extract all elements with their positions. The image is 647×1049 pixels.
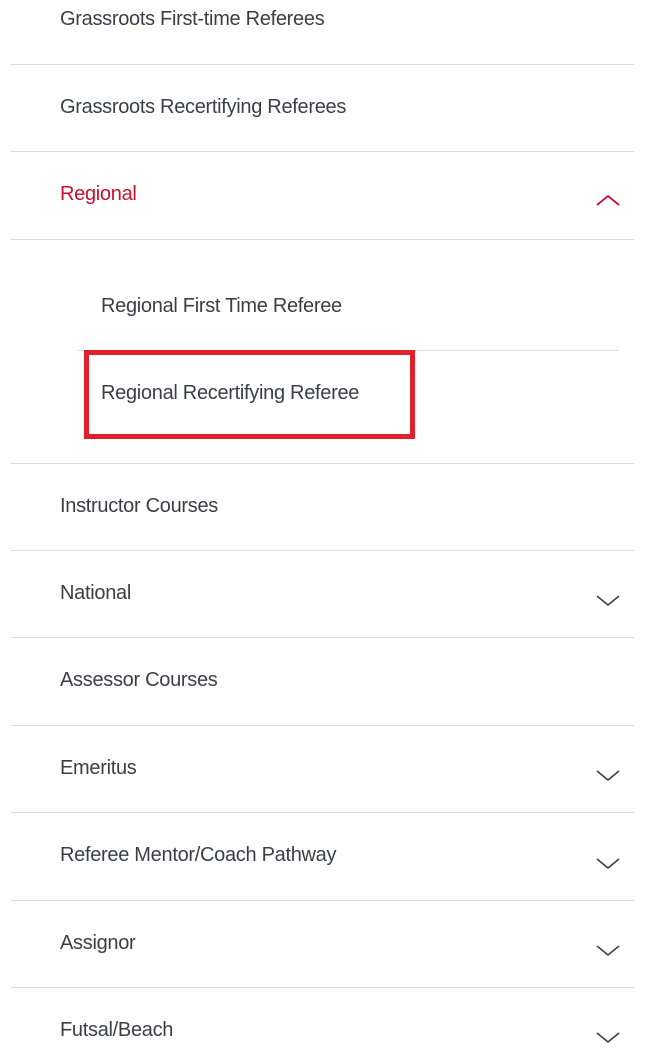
menu-item-label: Instructor Courses	[60, 495, 218, 517]
menu-item-regional[interactable]: Regional	[11, 152, 634, 239]
menu-item-referee-mentor-coach-pathway[interactable]: Referee Mentor/Coach Pathway	[11, 813, 634, 900]
menu-item-futsal-beach[interactable]: Futsal/Beach	[11, 988, 634, 1049]
chevron-down-icon[interactable]	[596, 857, 620, 871]
menu-item-label: National	[60, 582, 131, 604]
chevron-down-icon[interactable]	[596, 944, 620, 958]
submenu-item-regional-first-time-referee[interactable]: Regional First Time Referee	[78, 286, 619, 330]
chevron-down-icon[interactable]	[596, 1031, 620, 1045]
menu-item-label: Emeritus	[60, 757, 137, 779]
menu-item-grassroots-first-time-referees[interactable]: Grassroots First-time Referees	[11, 0, 634, 64]
menu-item-label: Assignor	[60, 932, 136, 954]
menu-item-label-active: Regional	[60, 183, 137, 205]
chevron-down-icon[interactable]	[596, 769, 620, 783]
menu-item-label: Grassroots Recertifying Referees	[60, 96, 347, 118]
menu-item-assignor[interactable]: Assignor	[11, 901, 634, 987]
chevron-down-icon[interactable]	[596, 594, 620, 608]
menu-item-instructor-courses[interactable]: Instructor Courses	[11, 464, 634, 550]
divider	[11, 239, 634, 240]
menu-item-assessor-courses[interactable]: Assessor Courses	[11, 638, 634, 725]
menu-item-label: Futsal/Beach	[60, 1019, 174, 1041]
menu-item-label: Assessor Courses	[60, 669, 218, 691]
submenu-item-label: Regional First Time Referee	[101, 295, 342, 317]
menu-item-grassroots-recertifying-referees[interactable]: Grassroots Recertifying Referees	[11, 65, 634, 151]
menu-item-national[interactable]: National	[11, 551, 634, 637]
submenu-item-label: Regional Recertifying Referee	[101, 382, 360, 404]
chevron-up-icon[interactable]	[596, 193, 620, 207]
submenu-divider	[78, 350, 619, 351]
menu-item-emeritus[interactable]: Emeritus	[11, 726, 634, 812]
menu-item-label: Referee Mentor/Coach Pathway	[60, 844, 337, 866]
menu-item-label: Grassroots First-time Referees	[60, 8, 325, 30]
submenu-item-regional-recertifying-referee[interactable]: Regional Recertifying Referee	[78, 373, 619, 417]
